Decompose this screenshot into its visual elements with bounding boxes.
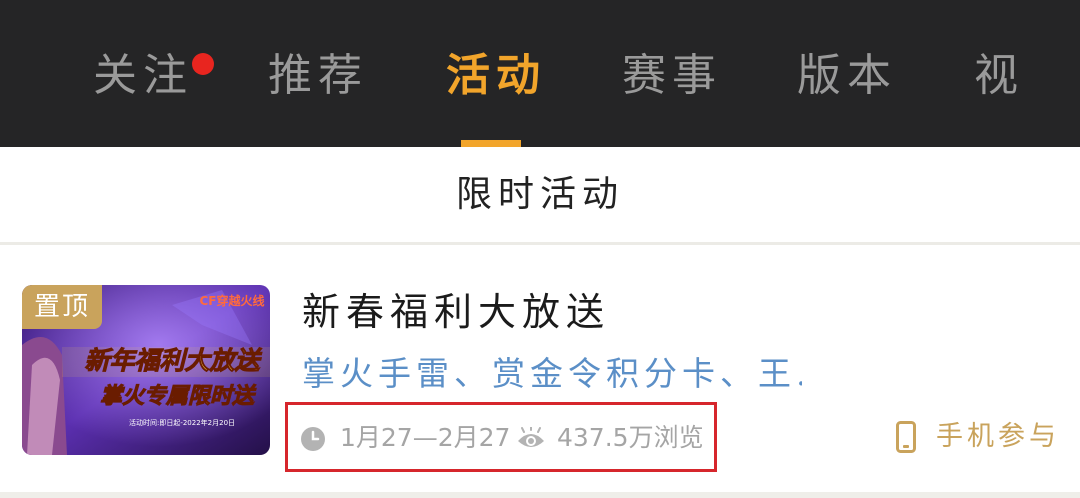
tab-video[interactable]: 视 [974, 48, 1024, 104]
divider [0, 492, 1080, 498]
phone-icon [896, 421, 916, 453]
view-count: 437.5万浏览 [557, 423, 704, 452]
activity-card[interactable]: CF穿越火线 新年福利大放送 掌火专属限时送 活动时间:即日起-2022年2月2… [0, 245, 1080, 492]
eye-icon [518, 427, 544, 447]
activity-description: 掌火手雷、赏金令积分卡、王... [302, 354, 802, 393]
banner-logo: CF穿越火线 [199, 293, 264, 308]
clock-icon [301, 427, 325, 451]
activity-banner-image[interactable]: CF穿越火线 新年福利大放送 掌火专属限时送 活动时间:即日起-2022年2月2… [22, 285, 270, 455]
tab-follow[interactable]: 关注 [93, 48, 193, 104]
notification-dot [192, 53, 214, 75]
banner-subheadline: 掌火专属限时送 [100, 384, 257, 409]
section-title: 限时活动 [455, 174, 624, 215]
activity-title[interactable]: 新春福利大放送 [302, 281, 610, 336]
tab-version[interactable]: 版本 [797, 48, 897, 104]
activity-date-range: 1月27—2月27 [340, 423, 511, 452]
pinned-badge: 置顶 [22, 285, 102, 329]
banner-fine-print: 活动时间:即日起-2022年2月20日 [129, 418, 235, 427]
tab-events[interactable]: 赛事 [622, 48, 722, 104]
active-tab-indicator [461, 140, 521, 147]
join-label: 手机参与 [936, 421, 1060, 452]
tab-recommend[interactable]: 推荐 [268, 48, 368, 104]
tab-activity[interactable]: 活动 [446, 48, 546, 104]
banner-headline: 新年福利大放送 [84, 346, 262, 375]
top-tab-bar: 关注 推荐 活动 赛事 版本 视 [0, 0, 1080, 147]
